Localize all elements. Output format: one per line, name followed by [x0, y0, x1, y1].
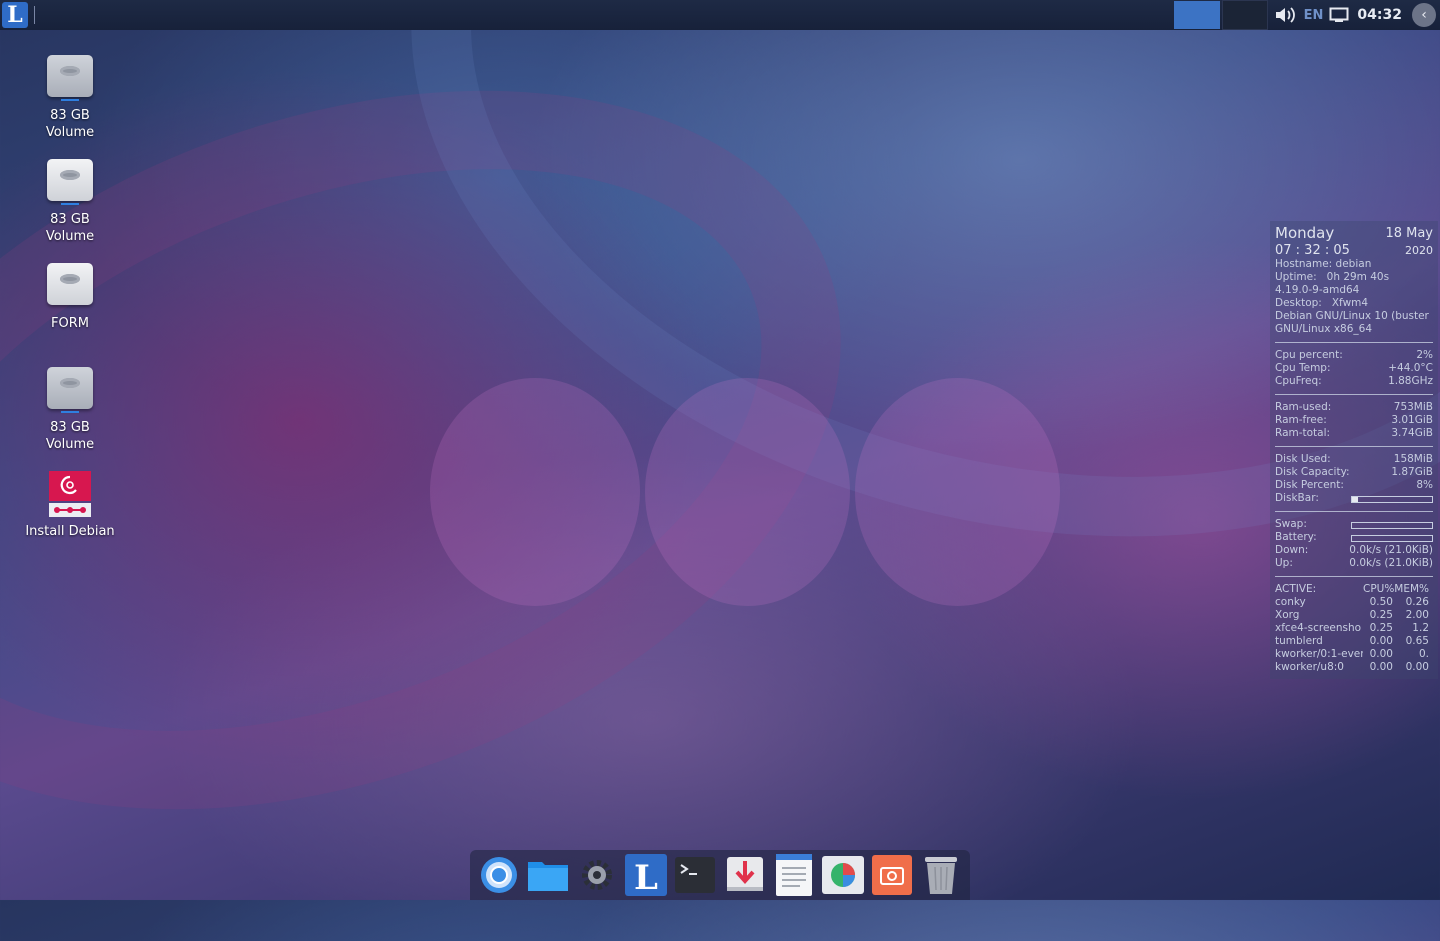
workspace-2-button[interactable]: [1221, 0, 1268, 30]
display-icon[interactable]: [1329, 7, 1349, 23]
dock: L: [470, 850, 970, 900]
conky-cpu-temp: +44.0°C: [1388, 362, 1433, 374]
desktop-icon-volume-2[interactable]: 83 GB Volume: [20, 159, 120, 245]
conky-ram-free-label: Ram-free:: [1275, 414, 1327, 426]
process-row: xfce4-screensho 0.25 1.2: [1275, 622, 1429, 634]
conky-disk-used-label: Disk Used:: [1275, 453, 1331, 465]
conky-down-label: Down:: [1275, 544, 1309, 556]
drive-icon: [47, 263, 93, 309]
process-header: ACTIVE: CPU% MEM%: [1275, 583, 1429, 595]
conky-down: 0.0k/s (21.0KiB): [1349, 544, 1433, 556]
conky-up-label: Up:: [1275, 557, 1293, 569]
conky-day: Monday: [1275, 224, 1335, 242]
conky-ram-used: 753MiB: [1393, 401, 1433, 413]
conky-arch: GNU/Linux x86_64: [1275, 323, 1373, 335]
terminal-icon[interactable]: [674, 854, 716, 896]
conky-disk-percent: 8%: [1416, 479, 1433, 491]
conky-time: 07 : 32 : 05: [1275, 243, 1350, 258]
disk-progress-bar: [1351, 496, 1433, 503]
conky-disk-capacity: 1.87GiB: [1391, 466, 1433, 478]
conky-cpu-freq: 1.88GHz: [1388, 375, 1433, 387]
conky-diskbar-label: DiskBar:: [1275, 492, 1319, 504]
conky-monitor: Monday 18 May 07 : 32 : 05 2020 Hostname: …: [1270, 221, 1438, 679]
chromium-icon[interactable]: [478, 854, 520, 896]
process-row: kworker/u8:0 0.00 0.00: [1275, 661, 1429, 673]
files-icon[interactable]: [527, 854, 569, 896]
drive-icon: [47, 55, 93, 101]
conky-disk-used: 158MiB: [1393, 453, 1433, 465]
conky-os: Debian GNU/Linux 10 (buster: [1275, 310, 1429, 322]
screenshot-icon[interactable]: [871, 854, 913, 896]
process-row: tumblerd 0.00 0.65: [1275, 635, 1429, 647]
divider: [1275, 342, 1433, 343]
conky-year: 2020: [1405, 244, 1433, 257]
panel-separator: [34, 6, 35, 24]
conky-hostname: Hostname: debian: [1275, 258, 1372, 270]
conky-disk-percent-label: Disk Percent:: [1275, 479, 1344, 491]
swap-progress-bar: [1351, 522, 1433, 529]
conky-uptime-label: Uptime:: [1275, 271, 1317, 283]
volume-icon[interactable]: [1274, 5, 1298, 25]
conky-ram-total-label: Ram-total:: [1275, 427, 1331, 439]
drive-icon: [47, 367, 93, 413]
desktop-icon-label: 83 GB Volume: [45, 108, 95, 140]
desktop-icon-label: 83 GB Volume: [45, 420, 95, 452]
conky-ram-free: 3.01GiB: [1391, 414, 1433, 426]
divider: [1275, 576, 1433, 577]
text-editor-icon[interactable]: [773, 854, 815, 896]
process-row: kworker/0:1-even 0.00 0.: [1275, 648, 1429, 660]
conky-desktop-label: Desktop:: [1275, 297, 1322, 309]
drive-icon: [47, 159, 93, 205]
conky-cpu-percent: 2%: [1416, 349, 1433, 361]
conky-uptime: 0h 29m 40s: [1326, 271, 1390, 283]
desktop-icon-form[interactable]: FORM: [20, 263, 120, 332]
app-menu-icon[interactable]: L: [2, 2, 28, 28]
trash-icon[interactable]: [920, 854, 962, 896]
conky-date: 18 May: [1385, 226, 1433, 241]
conky-kernel: 4.19.0-9-amd64: [1275, 284, 1360, 296]
top-panel: L EN 04:32 ‹: [0, 0, 1440, 30]
conky-battery-label: Battery:: [1275, 531, 1317, 543]
conky-ram-total: 3.74GiB: [1391, 427, 1433, 439]
divider: [1275, 446, 1433, 447]
keyboard-layout-indicator[interactable]: EN: [1304, 8, 1324, 23]
conky-up: 0.0k/s (21.0KiB): [1349, 557, 1433, 569]
process-row: conky 0.50 0.26: [1275, 596, 1429, 608]
disk-utility-icon[interactable]: [821, 854, 864, 896]
conky-cpu-temp-label: Cpu Temp:: [1275, 362, 1331, 374]
conky-ram-used-label: Ram-used:: [1275, 401, 1332, 413]
process-row: Xorg 0.25 2.00: [1275, 609, 1429, 621]
settings-icon[interactable]: [576, 854, 618, 896]
svg-text:L: L: [634, 858, 658, 896]
conky-disk-capacity-label: Disk Capacity:: [1275, 466, 1350, 478]
chevron-left-icon[interactable]: ‹: [1412, 3, 1436, 27]
conky-desktop: Xfwm4: [1331, 297, 1369, 309]
debian-installer-icon: [47, 471, 93, 517]
launcher-icon[interactable]: L: [625, 854, 668, 896]
divider: [1275, 511, 1433, 512]
desktop-icon-volume-1[interactable]: 83 GB Volume: [20, 55, 120, 141]
conky-cpu-percent-label: Cpu percent:: [1275, 349, 1343, 361]
desktop-icon-label: FORM: [51, 316, 89, 331]
desktop-icon-volume-3[interactable]: 83 GB Volume: [20, 367, 120, 453]
conky-cpu-freq-label: CpuFreq:: [1275, 375, 1322, 387]
desktop-icon-label: 83 GB Volume: [45, 212, 95, 244]
desktop-icon-label: Install Debian: [25, 524, 115, 539]
installer-icon[interactable]: [724, 854, 766, 896]
workspace-1-button[interactable]: [1173, 1, 1220, 29]
battery-progress-bar: [1351, 535, 1433, 542]
panel-clock[interactable]: 04:32: [1357, 7, 1402, 23]
divider: [1275, 394, 1433, 395]
desktop-icon-install-debian[interactable]: Install Debian: [20, 471, 120, 540]
panel-tray: EN 04:32 ‹: [1173, 0, 1440, 30]
conky-swap-label: Swap:: [1275, 518, 1307, 530]
